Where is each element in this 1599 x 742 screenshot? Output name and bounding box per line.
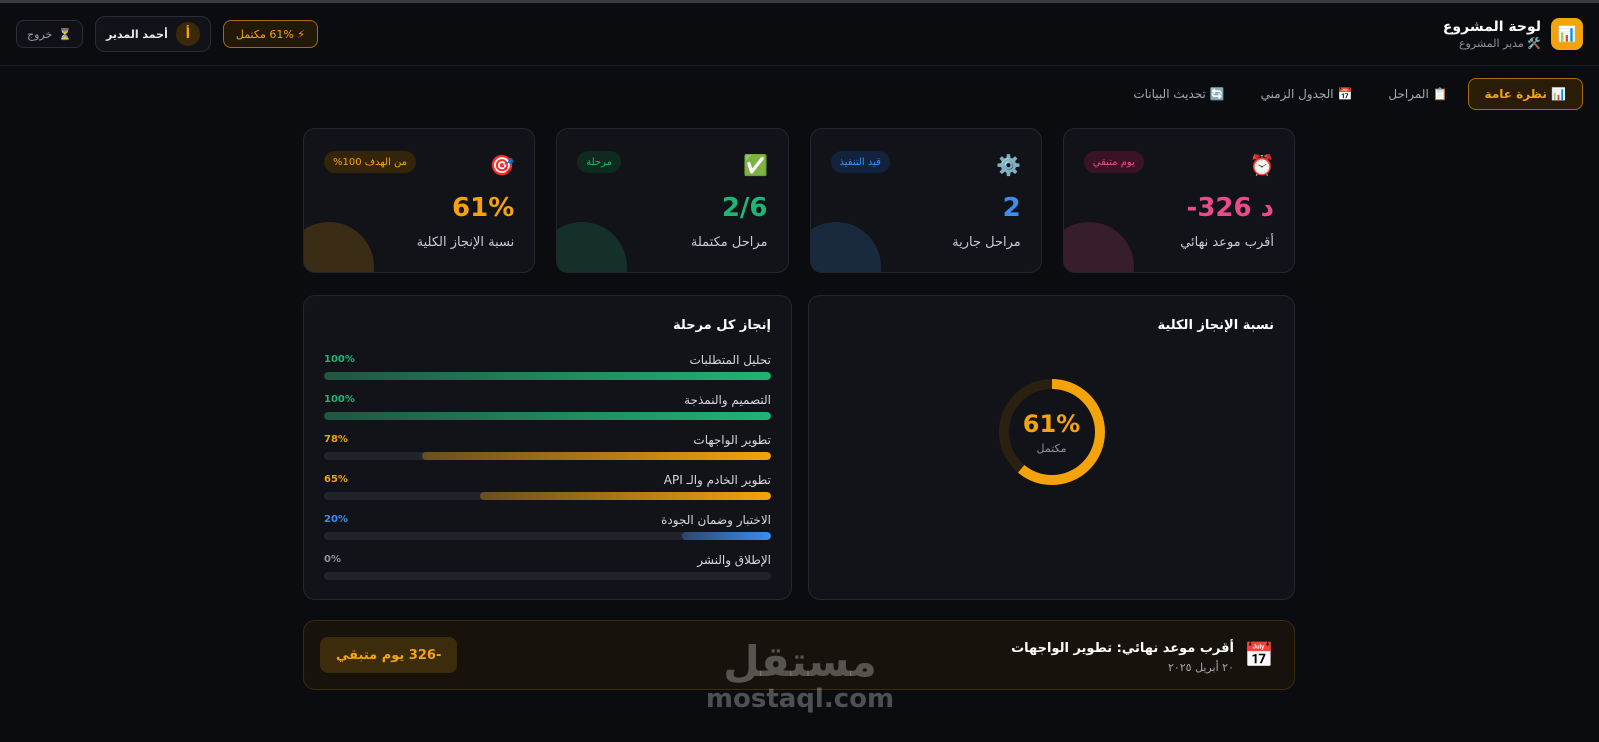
hourglass-icon: ⏳ [58, 27, 72, 41]
stat-value: 2 [1002, 193, 1021, 223]
list-item: تطوير الخادم والـ API 65% [324, 473, 771, 513]
stat-cards: ⏰ يوم متبقي -326 د أقرب موعد نهائي ⚙️ قي… [303, 128, 1295, 273]
progress-track [324, 452, 771, 460]
deadline-title: أقرب موعد نهائي: تطوير الواجهات [1011, 641, 1234, 656]
deadline-banner: 📅 أقرب موعد نهائي: تطوير الواجهات ٢٠ أبر… [303, 620, 1295, 690]
progress-track [324, 532, 771, 540]
progress-ring: 61% مكتمل [996, 376, 1108, 488]
logout-label: خروج [27, 27, 53, 41]
tab-timeline[interactable]: 📅 الجدول الزمني [1245, 78, 1369, 110]
panel-title: نسبة الإنجاز الكلية [1157, 318, 1275, 333]
stat-card-running: ⚙️ قيد التنفيذ 2 مراحل جارية [809, 128, 1042, 273]
list-item: تحليل المتطلبات 100% [324, 353, 771, 393]
app-subtitle: 🛠️ مدير المشروع [1458, 36, 1541, 50]
stat-label: مراحل جارية [952, 235, 1021, 250]
tab-overview[interactable]: 📊 نظرة عامة [1467, 78, 1583, 110]
stat-card-deadline: ⏰ يوم متبقي -326 د أقرب موعد نهائي [1062, 128, 1295, 273]
progress-fill [324, 412, 771, 420]
progress-track [324, 572, 771, 580]
ring-value: 61% [1022, 409, 1081, 438]
status-badge: يوم متبقي [1083, 151, 1144, 173]
overall-progress-panel: نسبة الإنجاز الكلية 61% مكتمل [808, 295, 1295, 600]
logout-button[interactable]: ⏳ خروج [16, 20, 83, 48]
alarm-clock-icon: ⏰ [1249, 153, 1275, 177]
user-menu[interactable]: أ أحمد المدير [95, 16, 211, 52]
phase-progress-panel: إنجاز كل مرحلة تحليل المتطلبات 100% التص… [303, 295, 792, 600]
check-icon: ✅ [743, 153, 768, 177]
progress-track [324, 412, 771, 420]
phase-percent: 65% [324, 474, 348, 485]
phase-percent: 0% [324, 554, 341, 565]
phase-name: تحليل المتطلبات [689, 353, 771, 367]
stat-label: مراحل مكتملة [690, 235, 768, 250]
phase-percent: 100% [324, 354, 355, 365]
list-item: الإطلاق والنشر 0% [324, 553, 771, 593]
list-item: التصميم والنمذجة 100% [324, 393, 771, 433]
stat-value: 61% [452, 193, 515, 223]
avatar: أ [175, 22, 200, 46]
phase-name: التصميم والنمذجة [684, 393, 771, 407]
list-item: تطوير الواجهات 78% [324, 433, 771, 473]
chart-icon: 📊 [1551, 18, 1583, 50]
phase-name: الاختبار وضمان الجودة [661, 513, 771, 527]
app-title: لوحة المشروع [1442, 18, 1541, 35]
days-remaining-badge: -326 يوم متبقي [320, 637, 458, 673]
progress-chip: ⚡ 61% مكتمل [222, 20, 319, 48]
phase-name: تطوير الخادم والـ API [663, 473, 771, 487]
status-badge: مرحلة [577, 151, 621, 173]
tab-phases[interactable]: 📋 المراحل [1372, 78, 1463, 110]
brand: 📊 لوحة المشروع 🛠️ مدير المشروع [1443, 18, 1583, 50]
app-header: 📊 لوحة المشروع 🛠️ مدير المشروع ⚡ 61% مكت… [0, 3, 1599, 66]
status-badge: من الهدف 100% [324, 151, 416, 173]
header-actions: ⚡ 61% مكتمل أ أحمد المدير ⏳ خروج [16, 16, 319, 52]
progress-track [324, 492, 771, 500]
gear-icon: ⚙️ [996, 153, 1022, 177]
phase-percent: 100% [324, 394, 355, 405]
stat-label: نسبة الإنجاز الكلية [416, 235, 515, 250]
panel-title: إنجاز كل مرحلة [673, 318, 771, 333]
stat-card-progress: 🎯 من الهدف 100% 61% نسبة الإنجاز الكلية [303, 128, 536, 273]
deadline-date: ٢٠ أبريل ٢٠٢٥ [1167, 661, 1234, 674]
progress-fill [480, 492, 771, 500]
user-name: أحمد المدير [106, 27, 168, 41]
tab-update-data[interactable]: 🔄 تحديث البيانات [1117, 78, 1240, 110]
phase-name: تطوير الواجهات [693, 433, 771, 447]
stat-value: -326 د [1186, 193, 1274, 223]
calendar-icon: 📅 [1244, 641, 1274, 669]
stat-label: أقرب موعد نهائي [1180, 235, 1274, 250]
list-item: الاختبار وضمان الجودة 20% [324, 513, 771, 553]
phase-percent: 20% [324, 514, 348, 525]
stat-card-completed: ✅ مرحلة 2/6 مراحل مكتملة [556, 128, 789, 273]
phase-name: الإطلاق والنشر [697, 553, 771, 567]
progress-track [324, 372, 771, 380]
phase-percent: 78% [324, 434, 348, 445]
status-badge: قيد التنفيذ [830, 151, 890, 173]
phase-list: تحليل المتطلبات 100% التصميم والنمذجة 10… [324, 353, 771, 593]
stat-value: 2/6 [721, 193, 768, 223]
target-icon: 🎯 [489, 153, 515, 177]
nav-tabs: 📊 نظرة عامة 📋 المراحل 📅 الجدول الزمني 🔄 … [1117, 78, 1583, 110]
progress-fill [681, 532, 771, 540]
progress-fill [324, 372, 771, 380]
ring-label: مكتمل [1036, 441, 1067, 455]
progress-fill [422, 452, 771, 460]
